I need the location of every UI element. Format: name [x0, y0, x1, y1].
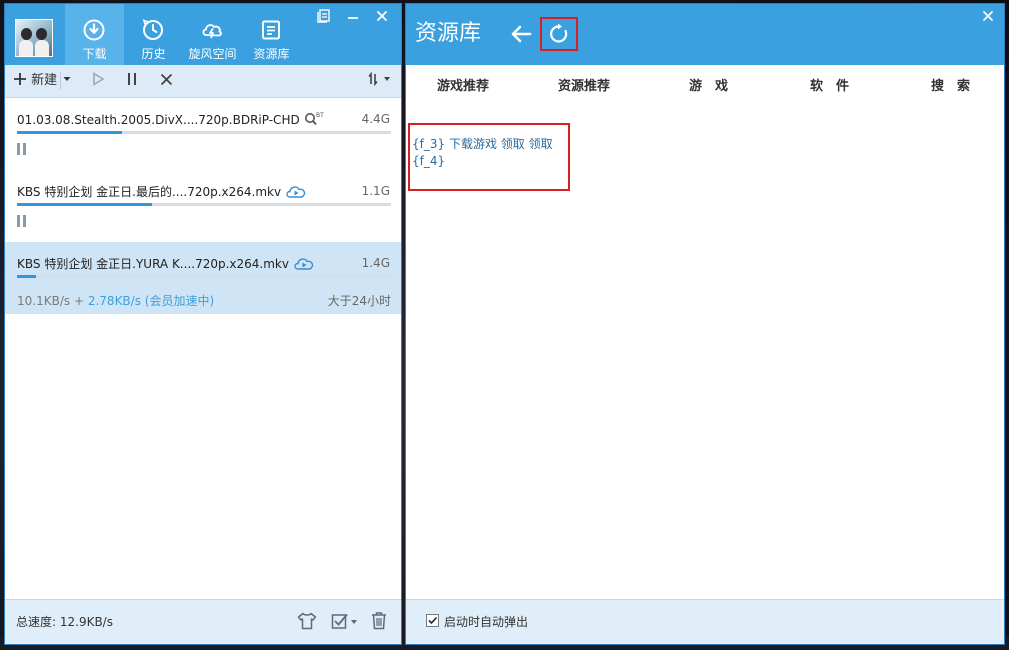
bt-search-icon[interactable]: BT [304, 111, 326, 127]
cloud-play-icon[interactable] [285, 183, 307, 199]
nav-tab-label: 旋风空间 [188, 47, 237, 61]
history-clock-icon [142, 19, 163, 40]
task-name-text: 01.03.08.Stealth.2005.DivX....720p.BDRiP… [17, 113, 300, 127]
sort-icon [368, 71, 390, 87]
skin-menu-icon[interactable] [312, 6, 336, 26]
back-arrow-icon[interactable] [509, 22, 533, 46]
task-row-selected[interactable]: KBS 特别企划 金正日.YURA K....720p.x264.mkv 1.4… [5, 242, 401, 314]
task-paused-icon [17, 143, 27, 155]
left-window-footer: 总速度: 12.9KB/s [5, 599, 401, 644]
resource-library-window: 资源库 游戏推荐 资源推荐 游 戏 软 件 搜 索 {f_3} 下载游戏 领取 … [405, 3, 1005, 645]
play-icon [93, 72, 105, 86]
plus-icon [14, 73, 26, 85]
close-icon[interactable] [978, 6, 998, 26]
delete-task-button[interactable] [160, 65, 173, 97]
task-name: 01.03.08.Stealth.2005.DivX....720p.BDRiP… [17, 111, 326, 128]
task-speed: 10.1KB/s + 2.78KB/s (会员加速中) [17, 292, 214, 309]
refresh-button[interactable] [540, 17, 578, 51]
new-task-label: 新建 [31, 73, 58, 88]
cloud-play-icon[interactable] [293, 255, 315, 271]
task-progress-bar [17, 275, 391, 278]
minimize-icon[interactable] [341, 6, 365, 26]
right-window-footer: 启动时自动弹出 [406, 599, 1004, 644]
nav-tab-label: 资源库 [253, 47, 290, 61]
tab-software[interactable]: 软 件 [810, 75, 849, 94]
nav-tab-label: 历史 [141, 47, 166, 61]
task-progress-fill [17, 131, 122, 134]
page-title: 资源库 [415, 21, 482, 46]
user-avatar[interactable] [15, 19, 53, 57]
nav-tab-library[interactable]: 资源库 [242, 4, 301, 65]
task-name: KBS 特别企划 金正日.最后的....720p.x264.mkv [17, 183, 307, 200]
task-progress-bar [17, 203, 391, 206]
right-window-header: 资源库 [406, 4, 1004, 65]
left-window-header: 下载 历史 旋风空间 资源库 [5, 4, 401, 65]
task-size: 1.1G [361, 184, 390, 198]
total-speed: 总速度: 12.9KB/s [16, 615, 113, 629]
time-remaining: 大于24小时 [327, 294, 391, 308]
nav-tab-download[interactable]: 下载 [65, 4, 124, 65]
chevron-down-icon [63, 77, 71, 81]
trash-icon[interactable] [371, 611, 387, 630]
task-row[interactable]: KBS 特别企划 金正日.最后的....720p.x264.mkv 1.1G [5, 170, 401, 242]
svg-text:BT: BT [316, 112, 324, 119]
sort-button[interactable] [368, 65, 392, 97]
task-progress-fill [17, 275, 36, 278]
accelerated-speed: 2.78KB/s (会员加速中) [87, 294, 215, 308]
tab-games[interactable]: 游 戏 [689, 75, 728, 94]
download-icon [83, 19, 105, 41]
download-manager-window: 下载 历史 旋风空间 资源库 新建 01.03.08.Stealth.2005.… [4, 3, 402, 645]
new-task-dropdown[interactable] [63, 65, 71, 97]
tab-resource-recommend[interactable]: 资源推荐 [558, 75, 610, 94]
library-content-area: {f_3} 下载游戏 领取 领取 {f_4} [408, 123, 570, 191]
task-size: 1.4G [361, 256, 390, 270]
close-icon[interactable] [370, 6, 394, 26]
refresh-icon [550, 23, 568, 43]
task-size: 4.4G [361, 112, 390, 126]
task-name: KBS 特别企划 金正日.YURA K....720p.x264.mkv [17, 255, 315, 272]
library-tabs: 游戏推荐 资源推荐 游 戏 软 件 搜 索 [406, 65, 1004, 103]
nav-tab-history[interactable]: 历史 [124, 4, 183, 65]
download-toolbar: 新建 [5, 65, 401, 98]
content-line[interactable]: {f_3} 下载游戏 领取 领取 [412, 135, 553, 152]
task-paused-icon [17, 215, 27, 227]
download-speed: 10.1KB/s [17, 294, 71, 308]
checkmark-icon [428, 616, 438, 625]
skin-shirt-icon[interactable] [297, 612, 317, 630]
cloud-lightning-icon [202, 24, 222, 39]
tab-search[interactable]: 搜 索 [931, 75, 970, 94]
start-button[interactable] [92, 65, 105, 97]
library-icon [262, 20, 280, 40]
nav-tab-label: 下载 [82, 47, 107, 61]
task-row[interactable]: 01.03.08.Stealth.2005.DivX....720p.BDRiP… [5, 98, 401, 170]
new-task-button[interactable]: 新建 [13, 65, 57, 97]
x-icon [160, 73, 173, 86]
speed-plus: + [73, 294, 85, 308]
task-progress-fill [17, 203, 152, 206]
tab-game-recommend[interactable]: 游戏推荐 [437, 75, 489, 94]
nav-tab-cloud-space[interactable]: 旋风空间 [183, 4, 242, 65]
checklist-dropdown-icon[interactable] [331, 612, 359, 630]
content-line: {f_4} [412, 154, 446, 168]
auto-popup-label: 启动时自动弹出 [444, 615, 529, 629]
task-name-text: KBS 特别企划 金正日.最后的....720p.x264.mkv [17, 185, 282, 199]
auto-popup-checkbox[interactable] [426, 614, 439, 627]
pause-button[interactable] [126, 65, 138, 97]
task-name-text: KBS 特别企划 金正日.YURA K....720p.x264.mkv [17, 257, 289, 271]
pause-icon [128, 73, 136, 85]
task-progress-bar [17, 131, 391, 134]
